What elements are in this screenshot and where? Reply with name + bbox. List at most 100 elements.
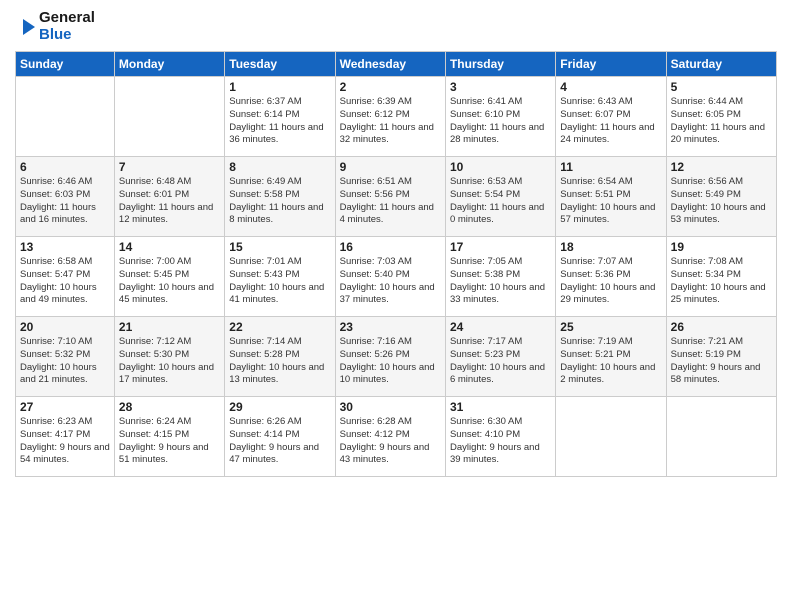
- day-number: 23: [340, 320, 441, 334]
- cell-w3d1: 13 Sunrise: 6:58 AM Sunset: 5:47 PM Dayli…: [16, 237, 115, 317]
- day-number: 14: [119, 240, 220, 254]
- day-number: 17: [450, 240, 551, 254]
- cell-w1d6: 4 Sunrise: 6:43 AM Sunset: 6:07 PM Daylig…: [556, 77, 666, 157]
- cell-w4d5: 24Sunrise: 7:17 AM Sunset: 5:23 PM Dayli…: [445, 317, 555, 397]
- cell-content: Sunrise: 6:24 AM Sunset: 4:15 PM Dayligh…: [119, 416, 220, 467]
- cell-content: Sunrise: 7:14 AM Sunset: 5:28 PM Dayligh…: [229, 336, 330, 387]
- cell-w4d2: 21Sunrise: 7:12 AM Sunset: 5:30 PM Dayli…: [114, 317, 224, 397]
- day-number: 30: [340, 400, 441, 414]
- page: General Blue General Blue SundayMondayTu…: [0, 0, 792, 487]
- cell-content: Sunrise: 6:53 AM Sunset: 5:54 PM Dayligh…: [450, 176, 551, 227]
- cell-w3d2: 14 Sunrise: 7:00 AM Sunset: 5:45 PM Dayli…: [114, 237, 224, 317]
- cell-w5d2: 28 Sunrise: 6:24 AM Sunset: 4:15 PM Dayli…: [114, 397, 224, 477]
- day-number: 27: [20, 400, 110, 414]
- day-number: 21: [119, 320, 220, 334]
- week-row-5: 27 Sunrise: 6:23 AM Sunset: 4:17 PM Dayli…: [16, 397, 777, 477]
- cell-content: Sunrise: 7:00 AM Sunset: 5:45 PM Dayligh…: [119, 256, 220, 307]
- cell-content: Sunrise: 7:03 AM Sunset: 5:40 PM Dayligh…: [340, 256, 441, 307]
- cell-content: Sunrise: 6:51 AM Sunset: 5:56 PM Dayligh…: [340, 176, 441, 227]
- cell-w2d2: 7 Sunrise: 6:48 AM Sunset: 6:01 PM Daylig…: [114, 157, 224, 237]
- day-number: 4: [560, 80, 661, 94]
- cell-content: Sunrise: 7:01 AM Sunset: 5:43 PM Dayligh…: [229, 256, 330, 307]
- cell-content: Sunrise: 6:46 AM Sunset: 6:03 PM Dayligh…: [20, 176, 110, 227]
- cell-content: Sunrise: 6:43 AM Sunset: 6:07 PM Dayligh…: [560, 96, 661, 147]
- cell-content: Sunrise: 6:37 AM Sunset: 6:14 PM Dayligh…: [229, 96, 330, 147]
- cell-content: Sunrise: 6:48 AM Sunset: 6:01 PM Dayligh…: [119, 176, 220, 227]
- logo: General Blue General Blue: [15, 10, 95, 43]
- cell-w4d4: 23 Sunrise: 7:16 AM Sunset: 5:26 PM Dayli…: [335, 317, 445, 397]
- cell-w1d3: 1 Sunrise: 6:37 AM Sunset: 6:14 PM Daylig…: [225, 77, 335, 157]
- day-number: 18: [560, 240, 661, 254]
- cell-content: Sunrise: 7:19 AM Sunset: 5:21 PM Dayligh…: [560, 336, 661, 387]
- cell-w1d7: 5 Sunrise: 6:44 AM Sunset: 6:05 PM Daylig…: [666, 77, 776, 157]
- col-header-tuesday: Tuesday: [225, 52, 335, 77]
- cell-w2d7: 12 Sunrise: 6:56 AM Sunset: 5:49 PM Dayli…: [666, 157, 776, 237]
- cell-content: Sunrise: 7:16 AM Sunset: 5:26 PM Dayligh…: [340, 336, 441, 387]
- col-header-thursday: Thursday: [445, 52, 555, 77]
- col-header-sunday: Sunday: [16, 52, 115, 77]
- header: General Blue General Blue: [15, 10, 777, 43]
- cell-content: Sunrise: 6:41 AM Sunset: 6:10 PM Dayligh…: [450, 96, 551, 147]
- cell-w2d6: 11 Sunrise: 6:54 AM Sunset: 5:51 PM Dayli…: [556, 157, 666, 237]
- cell-w3d4: 16 Sunrise: 7:03 AM Sunset: 5:40 PM Dayli…: [335, 237, 445, 317]
- cell-w1d4: 2Sunrise: 6:39 AM Sunset: 6:12 PM Daylig…: [335, 77, 445, 157]
- cell-content: Sunrise: 6:56 AM Sunset: 5:49 PM Dayligh…: [671, 176, 772, 227]
- col-header-monday: Monday: [114, 52, 224, 77]
- day-number: 19: [671, 240, 772, 254]
- day-number: 1: [229, 80, 330, 94]
- cell-w4d6: 25 Sunrise: 7:19 AM Sunset: 5:21 PM Dayli…: [556, 317, 666, 397]
- cell-content: Sunrise: 6:58 AM Sunset: 5:47 PM Dayligh…: [20, 256, 110, 307]
- cell-w5d7: [666, 397, 776, 477]
- cell-w1d2: [114, 77, 224, 157]
- col-header-saturday: Saturday: [666, 52, 776, 77]
- arrow-icon: [15, 17, 35, 37]
- col-header-wednesday: Wednesday: [335, 52, 445, 77]
- cell-content: Sunrise: 6:23 AM Sunset: 4:17 PM Dayligh…: [20, 416, 110, 467]
- day-number: 20: [20, 320, 110, 334]
- cell-content: Sunrise: 6:28 AM Sunset: 4:12 PM Dayligh…: [340, 416, 441, 467]
- cell-w1d1: [16, 77, 115, 157]
- day-number: 29: [229, 400, 330, 414]
- cell-w5d1: 27 Sunrise: 6:23 AM Sunset: 4:17 PM Dayli…: [16, 397, 115, 477]
- cell-w5d5: 31 Sunrise: 6:30 AM Sunset: 4:10 PM Dayli…: [445, 397, 555, 477]
- cell-content: Sunrise: 7:08 AM Sunset: 5:34 PM Dayligh…: [671, 256, 772, 307]
- day-number: 15: [229, 240, 330, 254]
- cell-w4d3: 22 Sunrise: 7:14 AM Sunset: 5:28 PM Dayli…: [225, 317, 335, 397]
- logo-text: General Blue: [39, 10, 95, 43]
- week-row-4: 20 Sunrise: 7:10 AM Sunset: 5:32 PM Dayli…: [16, 317, 777, 397]
- day-number: 7: [119, 160, 220, 174]
- day-number: 25: [560, 320, 661, 334]
- day-number: 16: [340, 240, 441, 254]
- cell-w5d6: [556, 397, 666, 477]
- day-number: 12: [671, 160, 772, 174]
- day-number: 13: [20, 240, 110, 254]
- day-number: 10: [450, 160, 551, 174]
- day-number: 11: [560, 160, 661, 174]
- cell-content: Sunrise: 6:39 AM Sunset: 6:12 PM Dayligh…: [340, 96, 441, 147]
- cell-w2d1: 6Sunrise: 6:46 AM Sunset: 6:03 PM Daylig…: [16, 157, 115, 237]
- cell-content: Sunrise: 7:05 AM Sunset: 5:38 PM Dayligh…: [450, 256, 551, 307]
- cell-w4d7: 26Sunrise: 7:21 AM Sunset: 5:19 PM Dayli…: [666, 317, 776, 397]
- cell-w1d5: 3Sunrise: 6:41 AM Sunset: 6:10 PM Daylig…: [445, 77, 555, 157]
- week-row-1: 1 Sunrise: 6:37 AM Sunset: 6:14 PM Daylig…: [16, 77, 777, 157]
- day-number: 8: [229, 160, 330, 174]
- day-number: 5: [671, 80, 772, 94]
- cell-w3d7: 19 Sunrise: 7:08 AM Sunset: 5:34 PM Dayli…: [666, 237, 776, 317]
- cell-content: Sunrise: 7:21 AM Sunset: 5:19 PM Dayligh…: [671, 336, 772, 387]
- cell-w4d1: 20 Sunrise: 7:10 AM Sunset: 5:32 PM Dayli…: [16, 317, 115, 397]
- day-number: 31: [450, 400, 551, 414]
- cell-content: Sunrise: 6:54 AM Sunset: 5:51 PM Dayligh…: [560, 176, 661, 227]
- week-row-3: 13 Sunrise: 6:58 AM Sunset: 5:47 PM Dayli…: [16, 237, 777, 317]
- cell-content: Sunrise: 7:10 AM Sunset: 5:32 PM Dayligh…: [20, 336, 110, 387]
- day-number: 9: [340, 160, 441, 174]
- cell-w5d3: 29Sunrise: 6:26 AM Sunset: 4:14 PM Dayli…: [225, 397, 335, 477]
- cell-w3d3: 15 Sunrise: 7:01 AM Sunset: 5:43 PM Dayli…: [225, 237, 335, 317]
- day-number: 28: [119, 400, 220, 414]
- cell-content: Sunrise: 7:07 AM Sunset: 5:36 PM Dayligh…: [560, 256, 661, 307]
- cell-content: Sunrise: 6:30 AM Sunset: 4:10 PM Dayligh…: [450, 416, 551, 467]
- week-row-2: 6Sunrise: 6:46 AM Sunset: 6:03 PM Daylig…: [16, 157, 777, 237]
- cell-content: Sunrise: 6:49 AM Sunset: 5:58 PM Dayligh…: [229, 176, 330, 227]
- cell-content: Sunrise: 6:44 AM Sunset: 6:05 PM Dayligh…: [671, 96, 772, 147]
- calendar-table: SundayMondayTuesdayWednesdayThursdayFrid…: [15, 51, 777, 477]
- day-number: 22: [229, 320, 330, 334]
